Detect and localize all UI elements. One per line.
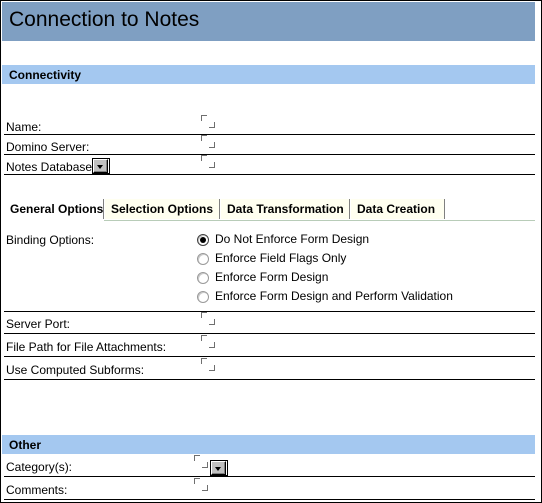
tab-selection-options[interactable]: Selection Options	[105, 199, 220, 219]
row-divider	[4, 499, 535, 500]
radio-label: Do Not Enforce Form Design	[215, 232, 370, 246]
tab-data-transformation[interactable]: Data Transformation	[221, 199, 350, 219]
field-label-domino-server: Domino Server:	[6, 140, 90, 154]
field-label-comments: Comments:	[6, 483, 68, 497]
tab-active-underline	[4, 220, 104, 221]
radio-label: Enforce Field Flags Only	[215, 251, 347, 265]
tab-strip: General Options Selection Options Data T…	[4, 199, 535, 221]
chevron-down-icon[interactable]	[93, 159, 108, 173]
window-title-bar: Connection to Notes	[2, 2, 535, 41]
section-header-other: Other	[2, 435, 535, 454]
field-label-server-port: Server Port:	[6, 317, 71, 331]
edit-region-corner-marks-domino-server	[201, 135, 220, 152]
edit-region-corner-marks-notes-database	[201, 155, 220, 172]
edit-region-corner-marks-use-computed-subforms	[201, 358, 220, 375]
section-header-connectivity-label: Connectivity	[9, 68, 82, 82]
field-label-categories: Category(s):	[6, 460, 73, 474]
field-label-binding-options: Binding Options:	[6, 233, 95, 247]
radio-icon[interactable]	[197, 272, 209, 284]
edit-region-corner-marks-name	[201, 115, 220, 132]
connection-to-notes-dialog: Connection to Notes Connectivity Name: D…	[0, 0, 542, 503]
row-divider	[4, 174, 535, 175]
chevron-down-icon[interactable]	[211, 461, 226, 475]
notes-database-dropdown[interactable]	[92, 158, 110, 174]
radio-icon[interactable]	[197, 291, 209, 303]
edit-region-corner-marks-file-path	[201, 335, 220, 352]
tab-data-creation-label: Data Creation	[357, 202, 436, 216]
radio-icon-selected[interactable]	[197, 234, 209, 246]
field-label-notes-database: Notes Database:	[6, 160, 96, 174]
edit-region-corner-marks-comments	[194, 478, 213, 495]
radio-label: Enforce Form Design	[215, 270, 329, 284]
section-header-other-label: Other	[9, 438, 42, 452]
edit-region-corner-marks-server-port	[201, 312, 220, 329]
section-header-connectivity: Connectivity	[2, 65, 535, 84]
tab-data-transformation-label: Data Transformation	[227, 202, 344, 216]
row-divider	[4, 356, 535, 357]
row-divider	[4, 333, 535, 334]
row-divider	[4, 134, 535, 135]
radio-label: Enforce Form Design and Perform Validati…	[215, 289, 453, 303]
row-divider	[4, 311, 535, 312]
categories-dropdown[interactable]	[210, 460, 228, 476]
row-divider	[4, 379, 535, 380]
tab-general-options-label: General Options	[10, 202, 104, 216]
field-label-file-path-for-file-attachments: File Path for File Attachments:	[6, 340, 167, 354]
field-label-name: Name:	[6, 120, 42, 134]
radio-icon[interactable]	[197, 253, 209, 265]
row-divider	[4, 476, 535, 477]
tab-general-options[interactable]: General Options	[4, 199, 104, 219]
row-divider	[4, 154, 535, 155]
tab-selection-options-label: Selection Options	[111, 202, 214, 216]
field-label-use-computed-subforms: Use Computed Subforms:	[6, 363, 145, 377]
tab-data-creation[interactable]: Data Creation	[351, 199, 445, 219]
page-title: Connection to Notes	[9, 8, 200, 31]
